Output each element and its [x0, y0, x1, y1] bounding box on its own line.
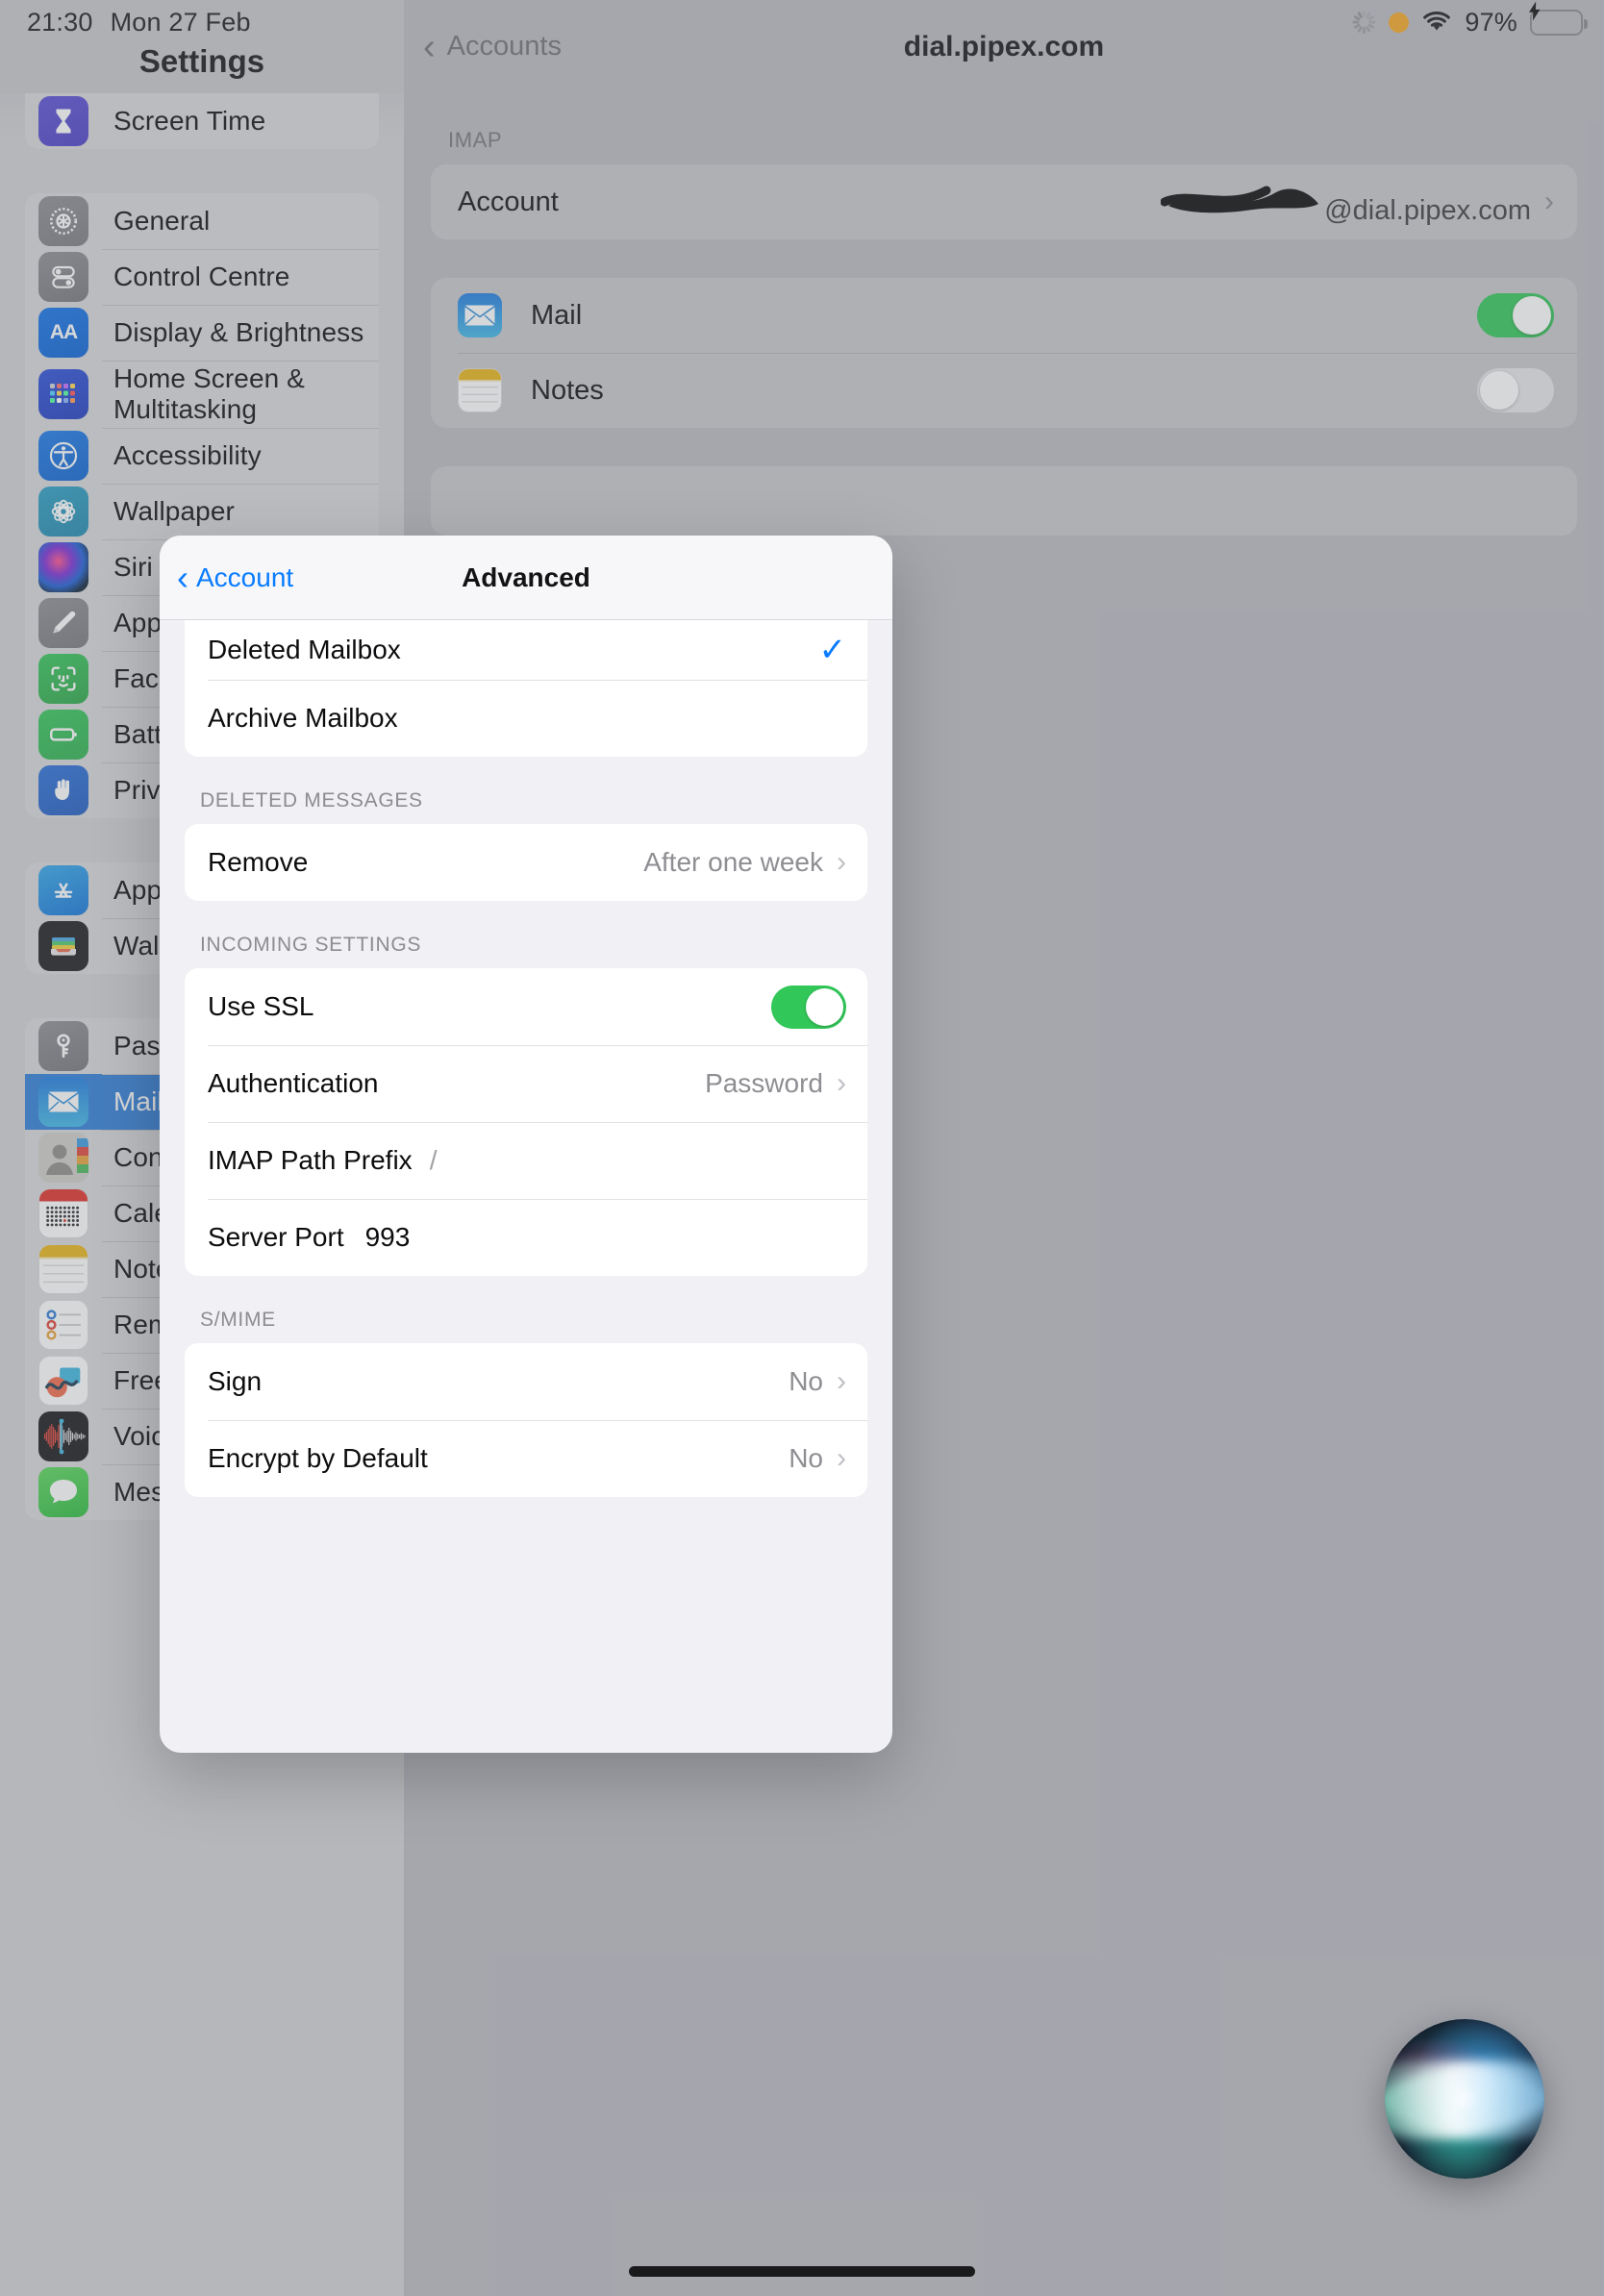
- incoming-settings-section-label: INCOMING SETTINGS: [200, 934, 422, 956]
- server-port-value[interactable]: 993: [365, 1222, 411, 1253]
- authentication-row[interactable]: Authentication Password ›: [185, 1045, 867, 1122]
- encrypt-by-default-row[interactable]: Encrypt by Default No ›: [185, 1420, 867, 1497]
- archive-mailbox-row[interactable]: Archive Mailbox: [185, 680, 867, 757]
- remove-value: After one week: [643, 847, 823, 877]
- deleted-mailbox-label: Deleted Mailbox: [208, 635, 401, 664]
- imap-path-prefix-row[interactable]: IMAP Path Prefix /: [185, 1122, 867, 1199]
- advanced-settings-modal: ‹ Account Advanced Deleted Mailbox ✓ Arc…: [160, 536, 892, 1753]
- modal-scroll-area[interactable]: Deleted Mailbox ✓ Archive Mailbox DELETE…: [160, 620, 892, 1753]
- chevron-right-icon: ›: [837, 846, 846, 878]
- chevron-right-icon: ›: [837, 1365, 846, 1397]
- sign-label: Sign: [208, 1366, 263, 1396]
- smime-card: Sign No › Encrypt by Default No ›: [185, 1343, 867, 1497]
- server-port-label: Server Port: [208, 1222, 344, 1252]
- use-ssl-row[interactable]: Use SSL: [185, 968, 867, 1045]
- siri-orb-icon[interactable]: [1385, 2019, 1544, 2179]
- encrypt-by-default-label: Encrypt by Default: [208, 1443, 428, 1473]
- encrypt-by-default-value: No: [789, 1443, 823, 1473]
- imap-path-prefix-label: IMAP Path Prefix: [208, 1145, 413, 1175]
- deleted-mailbox-row[interactable]: Deleted Mailbox ✓: [185, 620, 867, 680]
- sign-value: No: [789, 1366, 823, 1396]
- toggle-knob: [806, 987, 843, 1026]
- ipad-settings-screen: Settings Screen Time General Control Centr…: [0, 0, 1604, 2296]
- remove-row[interactable]: Remove After one week ›: [185, 824, 867, 901]
- incoming-settings-card: Use SSL Authentication Password › IMAP P…: [185, 968, 867, 1276]
- sign-row[interactable]: Sign No ›: [185, 1343, 867, 1420]
- authentication-value: Password: [705, 1068, 823, 1098]
- modal-back-button[interactable]: ‹ Account: [177, 557, 294, 597]
- siri-waveform: [1385, 2019, 1544, 2179]
- chevron-right-icon: ›: [837, 1442, 846, 1474]
- deleted-messages-section-label: DELETED MESSAGES: [200, 789, 423, 811]
- imap-path-prefix-value[interactable]: /: [430, 1145, 438, 1176]
- server-port-row[interactable]: Server Port 993: [185, 1199, 867, 1276]
- use-ssl-label: Use SSL: [208, 991, 314, 1021]
- chevron-left-icon: ‹: [177, 557, 188, 597]
- home-indicator[interactable]: [629, 2266, 975, 2277]
- chevron-right-icon: ›: [837, 1067, 846, 1099]
- mailbox-behaviours-card: Deleted Mailbox ✓ Archive Mailbox: [185, 620, 867, 757]
- checkmark-icon: ✓: [818, 632, 847, 668]
- use-ssl-toggle[interactable]: [771, 985, 846, 1029]
- modal-header: ‹ Account Advanced: [160, 536, 892, 620]
- deleted-messages-card: Remove After one week ›: [185, 824, 867, 901]
- modal-back-label: Account: [196, 562, 294, 592]
- archive-mailbox-label: Archive Mailbox: [208, 703, 398, 733]
- remove-label: Remove: [208, 847, 309, 877]
- smime-section-label: S/MIME: [200, 1309, 276, 1331]
- authentication-label: Authentication: [208, 1068, 379, 1098]
